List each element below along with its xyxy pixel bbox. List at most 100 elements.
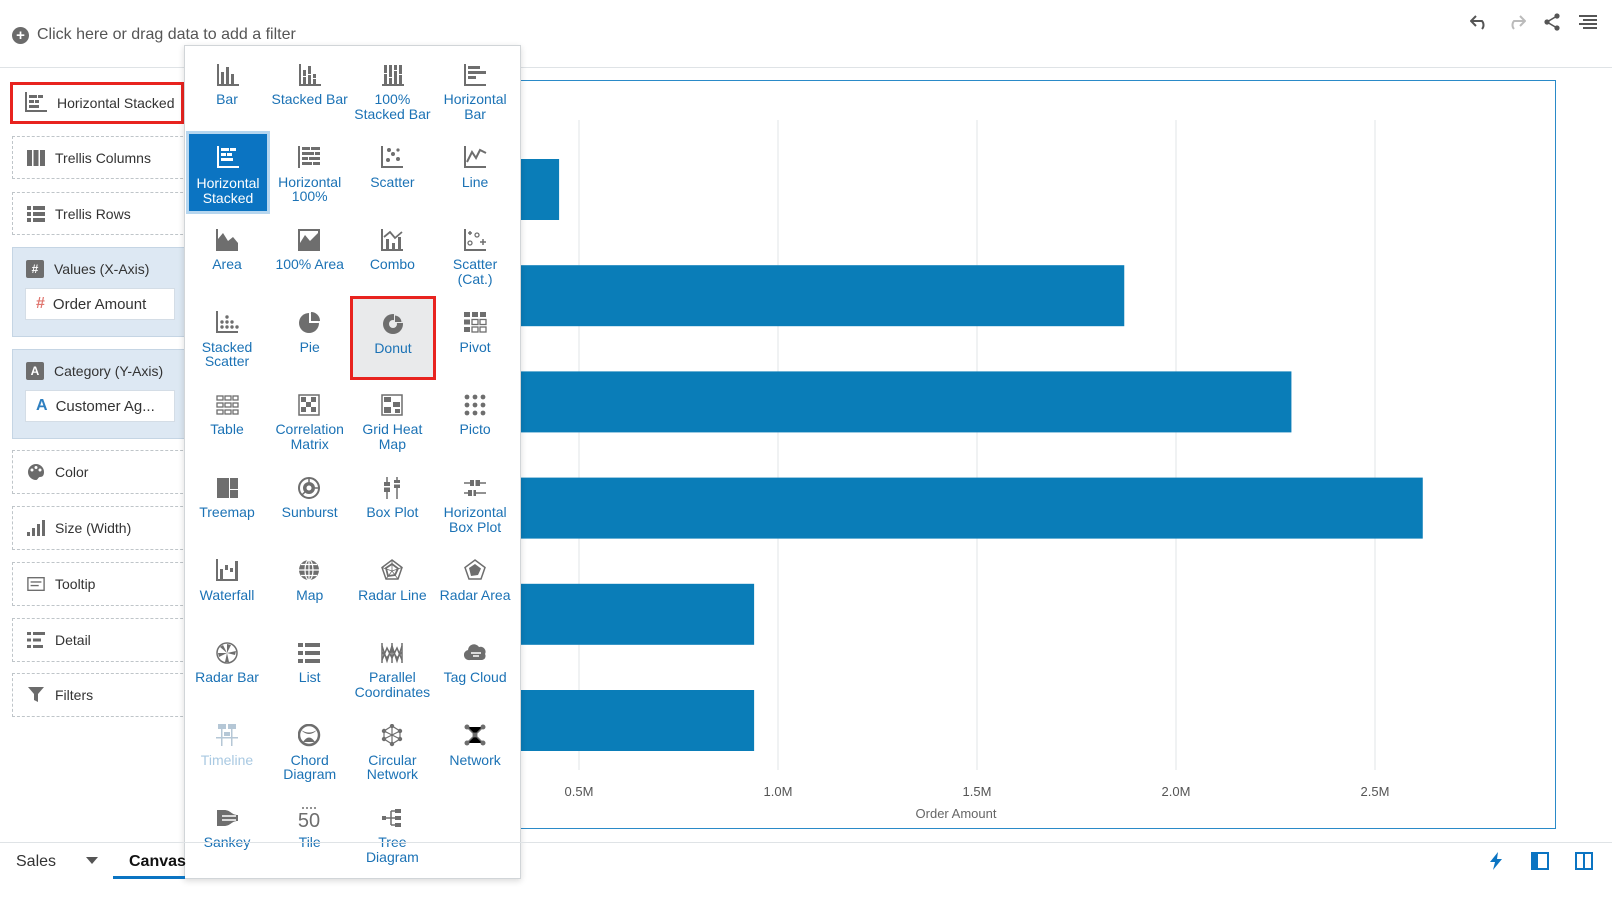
color-drop[interactable]: Color bbox=[12, 450, 188, 494]
sankey-icon bbox=[186, 793, 268, 833]
chart-type-horizontal-100[interactable]: Horizontal 100% bbox=[269, 133, 351, 213]
chart-type-map-globe[interactable]: Map bbox=[269, 546, 351, 626]
chart-type-label: Grid Heat Map bbox=[362, 421, 423, 452]
chart-type-radar-area[interactable]: Radar Area bbox=[434, 546, 516, 626]
chart-type-timeline[interactable]: Timeline bbox=[186, 711, 268, 791]
chart-type-grid-heat-map[interactable]: Grid Heat Map bbox=[351, 380, 433, 460]
chart-type-stacked-100[interactable]: 100% Stacked Bar bbox=[351, 50, 433, 130]
stacked-100-icon bbox=[351, 50, 433, 90]
chart-type-combo-chart[interactable]: Combo bbox=[351, 215, 433, 295]
size-drop[interactable]: Size (Width) bbox=[12, 506, 188, 550]
tab-sales[interactable]: Sales bbox=[16, 853, 56, 871]
chart-type-label: Scatter (Cat.) bbox=[452, 256, 498, 287]
grid-heat-map-icon bbox=[351, 380, 433, 420]
chart-type-label: Horizontal 100% bbox=[278, 173, 342, 205]
horizontal-bar-chart[interactable]: 0.5M 1.0M 1.5M 2.0M 2.5M Order Amount bbox=[520, 80, 1556, 830]
category-axis-label: Category (Y-Axis) bbox=[54, 363, 164, 379]
left-panel-toggle-icon[interactable] bbox=[1530, 851, 1550, 871]
chart-type-area-100[interactable]: 100% Area bbox=[269, 215, 351, 295]
chart-type-label: Tag Cloud bbox=[443, 669, 507, 686]
detail-drop[interactable]: Detail bbox=[12, 618, 188, 662]
chart-type-table[interactable]: Table bbox=[186, 380, 268, 460]
treemap-icon bbox=[186, 463, 268, 503]
chart-type-label: Scatter bbox=[370, 173, 415, 190]
tab-canvas[interactable]: Canvas bbox=[113, 843, 186, 879]
bar[interactable] bbox=[520, 159, 560, 220]
chart-type-pie-chart[interactable]: Pie bbox=[269, 298, 351, 378]
x-tick-label: 2.0M bbox=[1162, 784, 1191, 799]
chart-type-label: Horizontal Bar bbox=[443, 91, 507, 122]
chart-type-label: Line bbox=[461, 173, 489, 190]
chart-type-horizontal-box-plot[interactable]: Horizontal Box Plot bbox=[434, 463, 516, 543]
chart-type-tag-cloud[interactable]: Tag Cloud bbox=[434, 628, 516, 708]
chart-type-correlation-matrix[interactable]: Correlation Matrix bbox=[269, 380, 351, 460]
chart-type-parallel-coordinates[interactable]: Parallel Coordinates bbox=[351, 628, 433, 708]
chart-type-horizontal-stacked[interactable]: Horizontal Stacked bbox=[186, 131, 270, 214]
chart-type-label: List bbox=[298, 669, 321, 686]
share-icon[interactable] bbox=[1542, 12, 1562, 32]
chart-type-label: Radar Line bbox=[358, 586, 427, 603]
chart-type-stacked-bar[interactable]: Stacked Bar bbox=[269, 50, 351, 130]
chart-type-sunburst[interactable]: Sunburst bbox=[269, 463, 351, 543]
chart-type-label: Area bbox=[212, 256, 242, 273]
category-axis-section[interactable]: A Category (Y-Axis) A Customer Ag... bbox=[12, 349, 188, 439]
trellis-rows-drop[interactable]: Trellis Rows bbox=[12, 192, 188, 235]
chart-type-scatter[interactable]: Scatter bbox=[351, 133, 433, 213]
chart-type-selector[interactable]: Horizontal Stacked bbox=[10, 82, 184, 124]
bottom-icons bbox=[1486, 851, 1594, 871]
measure-icon: # bbox=[36, 295, 45, 312]
tooltip-drop[interactable]: Tooltip bbox=[12, 562, 188, 606]
chart-type-radar-bar[interactable]: Radar Bar bbox=[186, 628, 268, 708]
chart-type-label: Combo bbox=[369, 256, 415, 273]
chart-type-scatter-cat[interactable]: Scatter (Cat.) bbox=[434, 215, 516, 295]
chart-type-bar-chart[interactable]: Bar bbox=[186, 50, 268, 130]
add-filter-button[interactable]: + Click here or drag data to add a filte… bbox=[12, 26, 296, 44]
chart-type-stacked-scatter[interactable]: Stacked Scatter bbox=[186, 298, 268, 378]
radar-bar-icon bbox=[186, 628, 268, 668]
chart-type-box-plot[interactable]: Box Plot bbox=[351, 463, 433, 543]
bar[interactable] bbox=[520, 583, 755, 645]
bar[interactable] bbox=[520, 371, 1292, 433]
undo-icon[interactable] bbox=[1470, 12, 1490, 32]
chart-type-label: Network bbox=[449, 751, 501, 768]
menu-icon[interactable] bbox=[1578, 12, 1598, 32]
chart-type-horizontal-bar[interactable]: Horizontal Bar bbox=[434, 50, 516, 130]
filter-placeholder: Click here or drag data to add a filter bbox=[37, 26, 296, 43]
lightning-icon[interactable] bbox=[1486, 851, 1506, 871]
chart-type-area-chart[interactable]: Area bbox=[186, 215, 268, 295]
chart-type-line-chart[interactable]: Line bbox=[434, 133, 516, 213]
values-axis-section[interactable]: # Values (X-Axis) # Order Amount bbox=[12, 247, 188, 337]
svg-text:50: 50 bbox=[298, 810, 320, 830]
values-field-pill[interactable]: # Order Amount bbox=[25, 288, 175, 320]
sunburst-icon bbox=[269, 463, 351, 503]
tree-diagram-icon bbox=[351, 793, 433, 833]
trellis-columns-label: Trellis Columns bbox=[55, 149, 151, 166]
chart-type-label: Waterfall bbox=[199, 586, 255, 603]
chevron-down-icon[interactable] bbox=[86, 857, 98, 864]
x-tick-label: 2.5M bbox=[1361, 784, 1390, 799]
bar[interactable] bbox=[520, 690, 755, 751]
color-label: Color bbox=[55, 464, 89, 480]
attribute-icon: A bbox=[26, 362, 44, 380]
trellis-columns-drop[interactable]: Trellis Columns bbox=[12, 136, 188, 179]
chart-type-network[interactable]: Network bbox=[434, 711, 516, 791]
redo-icon[interactable] bbox=[1506, 12, 1526, 32]
chart-type-donut-chart[interactable]: Donut bbox=[350, 296, 436, 380]
area-chart-icon bbox=[186, 215, 268, 255]
chart-type-chord-diagram[interactable]: Chord Diagram bbox=[269, 711, 351, 791]
table-icon bbox=[186, 380, 268, 420]
category-field-pill[interactable]: A Customer Ag... bbox=[25, 390, 175, 422]
chart-type-waterfall[interactable]: Waterfall bbox=[186, 546, 268, 626]
chart-type-circular-network[interactable]: Circular Network bbox=[351, 711, 433, 791]
columns-icon bbox=[27, 149, 45, 167]
chart-type-picto[interactable]: Picto bbox=[434, 380, 516, 460]
chart-type-list[interactable]: List bbox=[269, 628, 351, 708]
bar[interactable] bbox=[520, 265, 1125, 327]
chart-type-label: Radar Area bbox=[439, 586, 511, 603]
chart-type-treemap[interactable]: Treemap bbox=[186, 463, 268, 543]
chart-type-radar-line[interactable]: Radar Line bbox=[351, 546, 433, 626]
filters-drop[interactable]: Filters bbox=[12, 673, 188, 717]
bar[interactable] bbox=[520, 477, 1423, 539]
chart-type-pivot[interactable]: Pivot bbox=[434, 298, 516, 378]
right-panel-toggle-icon[interactable] bbox=[1574, 851, 1594, 871]
